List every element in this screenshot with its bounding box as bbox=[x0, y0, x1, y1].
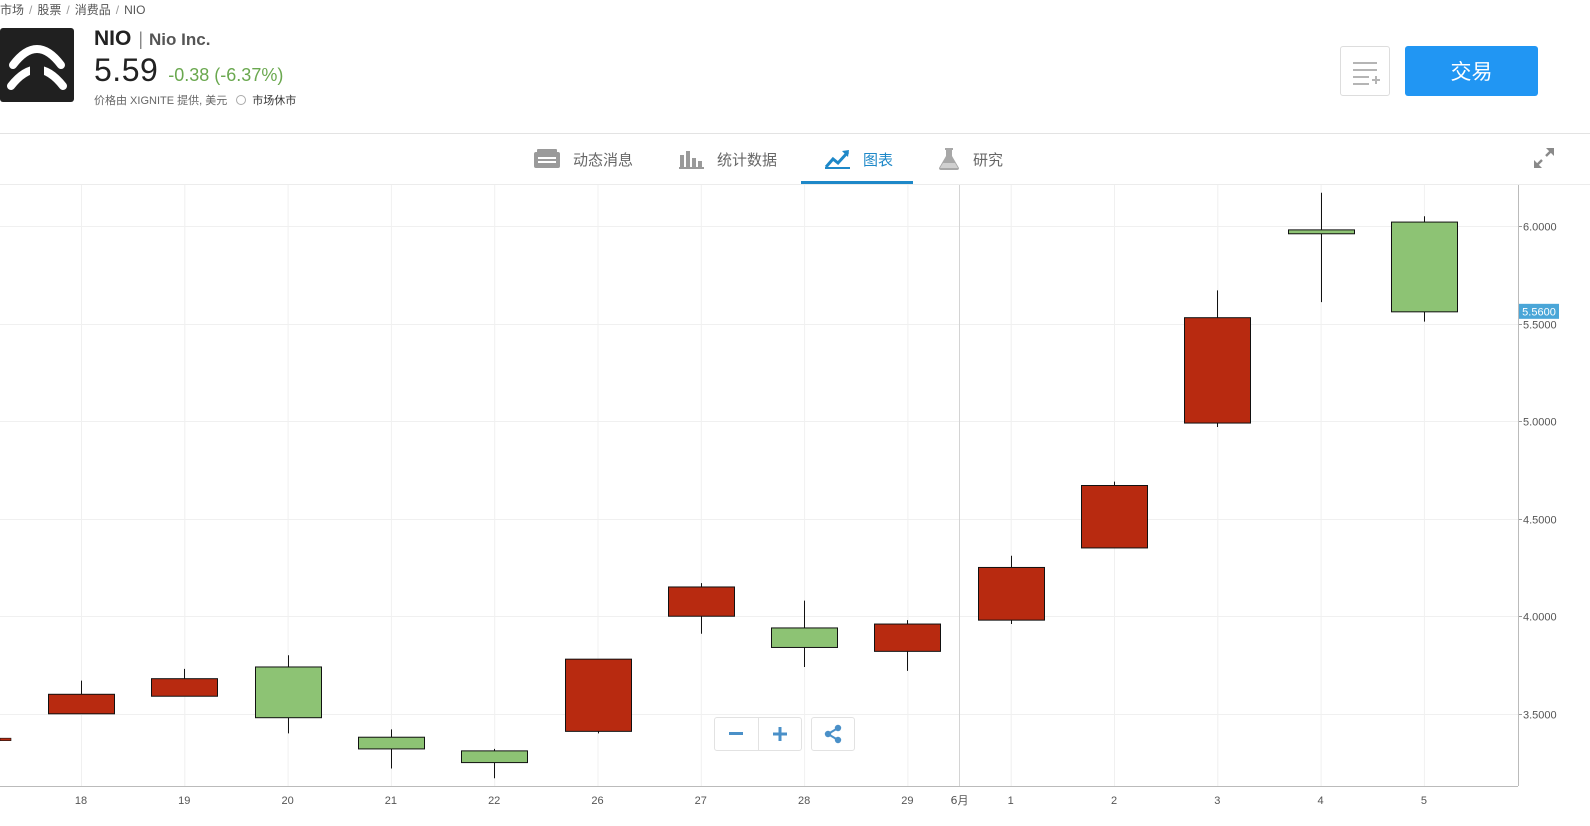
expand-icon bbox=[1534, 148, 1554, 168]
x-tick-label: 18 bbox=[75, 795, 87, 807]
candle-body[interactable] bbox=[565, 658, 632, 732]
zoom-controls bbox=[714, 717, 802, 751]
y-tick-label: 4.0000 bbox=[1523, 612, 1557, 624]
price-row: 5.59 -0.38 (-6.37%) bbox=[94, 52, 283, 88]
ticker-row: NIO | Nio Inc. bbox=[94, 27, 210, 51]
y-tick-label: 6.0000 bbox=[1523, 222, 1557, 234]
candle-partial bbox=[0, 737, 12, 741]
company-name: Nio Inc. bbox=[149, 30, 211, 49]
x-tick-label: 28 bbox=[798, 795, 810, 807]
x-tick-label: 27 bbox=[695, 795, 707, 807]
clock-icon bbox=[236, 95, 247, 105]
x-tick-label: 4 bbox=[1318, 795, 1324, 807]
breadcrumb-separator: / bbox=[66, 3, 70, 17]
tab-statistics[interactable]: 统计数据 bbox=[679, 134, 777, 184]
x-tick-label: 3 bbox=[1214, 795, 1220, 807]
price-source: 价格由 XIGNITE 提供, 美元 bbox=[94, 95, 228, 107]
add-to-watchlist-button[interactable] bbox=[1340, 46, 1390, 96]
y-tick-label: 5.5000 bbox=[1523, 320, 1557, 332]
fullscreen-button[interactable] bbox=[1532, 146, 1556, 175]
tab-label: 统计数据 bbox=[717, 151, 778, 169]
tab-research[interactable]: 研究 bbox=[937, 134, 1003, 184]
market-status: 市场休市 bbox=[252, 95, 297, 107]
price-meta: 价格由 XIGNITE 提供, 美元 市场休市 bbox=[94, 92, 297, 107]
tab-label: 图表 bbox=[863, 151, 894, 169]
y-tick-label: 5.0000 bbox=[1523, 417, 1557, 429]
zoom-out-button[interactable] bbox=[715, 718, 758, 750]
share-icon bbox=[824, 724, 842, 744]
candle-body[interactable] bbox=[358, 736, 425, 750]
candle-body[interactable] bbox=[255, 666, 322, 719]
plus-icon bbox=[772, 727, 787, 741]
x-tick-label: 2 bbox=[1111, 795, 1117, 807]
x-month-label: 6月 bbox=[951, 794, 969, 807]
price-change: -0.38 (-6.37%) bbox=[168, 65, 284, 85]
x-tick-label: 20 bbox=[281, 795, 293, 807]
candle-body[interactable] bbox=[668, 586, 735, 617]
minus-icon bbox=[729, 732, 744, 735]
candle-body[interactable] bbox=[151, 678, 218, 697]
candle-body[interactable] bbox=[1391, 221, 1458, 313]
share-chart-button[interactable] bbox=[811, 717, 855, 751]
breadcrumb-separator: / bbox=[115, 3, 120, 17]
x-tick-label: 22 bbox=[488, 795, 500, 807]
breadcrumb-item[interactable]: 市场 bbox=[0, 3, 24, 17]
flask-icon bbox=[939, 148, 959, 170]
tab-label: 动态消息 bbox=[573, 151, 634, 169]
breadcrumb: 市场 / 股票 / 消费品 / NIO bbox=[0, 1, 145, 17]
nio-logo-icon bbox=[7, 45, 67, 90]
x-tick-label: 29 bbox=[901, 795, 913, 807]
y-tick-label: 3.5000 bbox=[1523, 710, 1557, 722]
company-logo bbox=[0, 28, 74, 102]
tab-bar: 动态消息 统计数据 图表 研究 bbox=[0, 134, 1590, 184]
breadcrumb-item-current: NIO bbox=[124, 3, 146, 17]
breadcrumb-item[interactable]: 消费品 bbox=[75, 3, 111, 17]
zoom-in-button[interactable] bbox=[757, 718, 802, 750]
x-tick-label: 26 bbox=[591, 795, 603, 807]
trade-button[interactable]: 交易 bbox=[1405, 46, 1538, 96]
bar-stats-icon bbox=[679, 151, 704, 169]
breadcrumb-separator: / bbox=[29, 3, 33, 17]
newspaper-icon bbox=[534, 149, 560, 168]
x-tick-label: 5 bbox=[1421, 795, 1427, 807]
tab-charts[interactable]: 图表 bbox=[825, 134, 893, 184]
current-price: 5.59 bbox=[94, 52, 159, 88]
tab-label: 研究 bbox=[973, 151, 1004, 169]
breadcrumb-item[interactable]: 股票 bbox=[37, 3, 61, 17]
candle-body[interactable] bbox=[771, 627, 838, 648]
candle-body[interactable] bbox=[1288, 229, 1355, 235]
x-tick-label: 1 bbox=[1008, 795, 1014, 807]
y-tick-label: 4.5000 bbox=[1523, 515, 1557, 527]
last-price-label: 5.5600 bbox=[1522, 306, 1556, 318]
x-tick-label: 19 bbox=[178, 795, 190, 807]
x-tick-label: 21 bbox=[385, 795, 397, 807]
tab-news[interactable]: 动态消息 bbox=[533, 134, 633, 184]
candle-body[interactable] bbox=[1081, 485, 1148, 549]
candle-body[interactable] bbox=[874, 623, 941, 652]
ticker-divider: | bbox=[138, 29, 144, 49]
candle-body[interactable] bbox=[1184, 317, 1251, 424]
candle-body[interactable] bbox=[461, 750, 528, 764]
list-add-icon bbox=[1353, 62, 1380, 85]
chart-trend-icon bbox=[825, 150, 850, 169]
candle-body[interactable] bbox=[48, 693, 115, 715]
candle-body[interactable] bbox=[978, 566, 1045, 621]
ticker-symbol: NIO bbox=[94, 27, 132, 50]
